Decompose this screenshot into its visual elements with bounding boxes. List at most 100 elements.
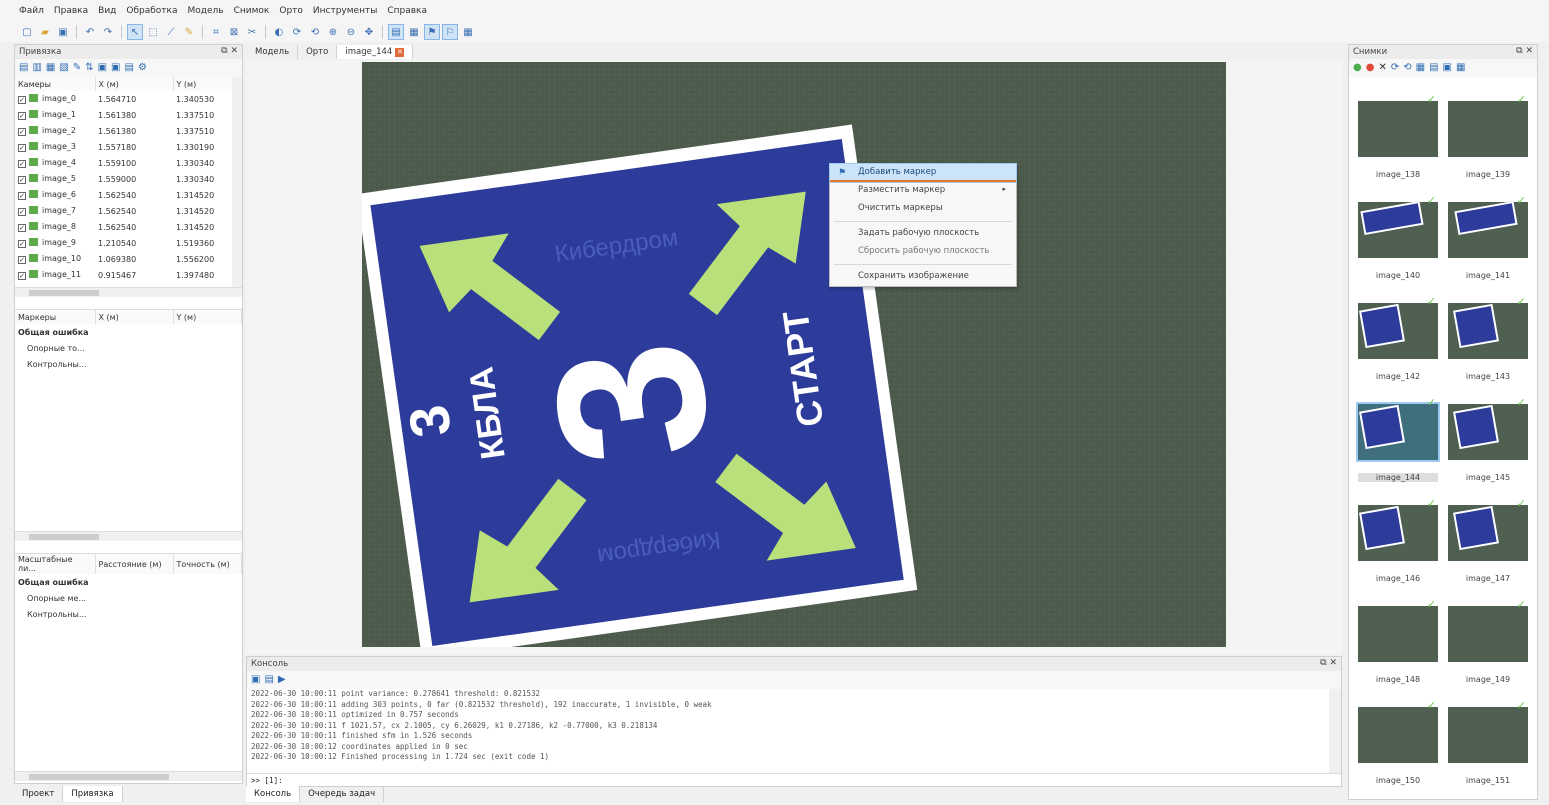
markers-hscroll[interactable] [15,531,242,541]
image-viewport[interactable]: Кибердром Кибердром 3 КБЛА 3 СТАРТ [356,62,1226,660]
camera-cell[interactable]: ✓ image_7 [15,203,95,219]
menu-help[interactable]: Справка [382,0,432,16]
menu-add-marker[interactable]: ⚑ Добавить маркер [829,163,1017,183]
menu-model[interactable]: Модель [183,0,229,16]
camera-row[interactable]: ✓ image_8 1.562540 1.314520 [15,219,242,235]
view-source-icon[interactable]: ▣ [98,62,107,74]
view-errors-icon[interactable]: ▤ [125,62,134,74]
crop-icon[interactable]: ⌗ [209,25,223,39]
col-y[interactable]: Y (м) [173,310,242,324]
col-scalebars[interactable]: Масштабные ли... [15,554,96,574]
checkbox-icon[interactable]: ✓ [18,240,26,248]
move-icon[interactable]: ✥ [362,25,376,39]
col-distance[interactable]: Расстояние (м) [95,554,174,574]
tab-jobs[interactable]: Очередь задач [300,786,385,802]
disable-camera-icon[interactable]: ● [1366,62,1375,74]
menu-set-work-plane[interactable]: Задать рабочую плоскость [830,225,1016,243]
photo-thumbnail[interactable]: ✓ image_145 [1448,396,1528,482]
checkbox-icon[interactable]: ✓ [18,272,26,280]
menu-save-image[interactable]: Сохранить изображение [830,268,1016,286]
photo-thumbnail[interactable]: ✓ image_138 [1358,93,1438,179]
tab-ortho[interactable]: Орто [298,45,338,59]
camera-cell[interactable]: ✓ image_1 [15,107,95,123]
checkbox-icon[interactable]: ✓ [18,256,26,264]
tab-image[interactable]: image_144 ✕ [337,45,414,59]
enable-camera-icon[interactable]: ● [1353,62,1362,74]
redo-icon[interactable]: ↷ [101,25,115,39]
camera-row[interactable]: ✓ image_2 1.561380 1.337510 [15,123,242,139]
console-prompt[interactable]: >> [1]: [247,773,1341,787]
photo-thumbnail[interactable]: ✓ image_142 [1358,295,1438,381]
draw-line-icon[interactable]: ⟋ [164,25,178,39]
clear-log-icon[interactable]: ▤ [264,674,273,686]
remove-camera-icon[interactable]: ✕ [1378,62,1386,74]
image-quality-icon[interactable]: ▤ [1429,62,1438,74]
grid-icon[interactable]: ▦ [461,25,475,39]
cameras-hscroll[interactable] [15,287,242,297]
delete-selection-icon[interactable]: ⊠ [227,25,241,39]
rectangle-select-icon[interactable]: ⬚ [146,25,160,39]
camera-cell[interactable]: ✓ image_5 [15,171,95,187]
menu-workflow[interactable]: Обработка [121,0,182,16]
cut-icon[interactable]: ✂ [245,25,259,39]
view-mode-icon[interactable]: ▦ [1456,62,1465,74]
tab-console[interactable]: Консоль [246,786,301,802]
view-estimated-icon[interactable]: ▣ [111,62,120,74]
camera-cell[interactable]: ✓ image_0 [15,91,95,107]
cameras-vscroll[interactable] [232,77,242,287]
zoom-out-icon[interactable]: ⊖ [344,25,358,39]
scalebars-control[interactable]: Опорные ме... [15,590,95,606]
photo-thumbnail[interactable]: ✓ image_141 [1448,194,1528,280]
camera-row[interactable]: ✓ image_6 1.562540 1.314520 [15,187,242,203]
show-markers-icon[interactable]: ⚐ [442,24,458,40]
photo-thumbnail[interactable]: ✓ image_149 [1448,598,1528,684]
camera-cell[interactable]: ✓ image_9 [15,235,95,251]
navigation-cursor-icon[interactable]: ↖ [127,24,143,40]
tab-reference[interactable]: Привязка [63,786,123,802]
settings-icon[interactable]: ⚙ [138,62,147,74]
rotate-ccw-icon[interactable]: ⟲ [308,25,322,39]
menu-reset-work-plane[interactable]: Сбросить рабочую плоскость [830,243,1016,261]
scalebars-hscroll[interactable] [15,771,242,781]
marker-mode-icon[interactable]: ⚑ [424,24,440,40]
panel-float-close-icons[interactable]: ⧉ ✕ [1320,658,1337,668]
col-x[interactable]: X (м) [95,77,174,91]
menu-clear-markers[interactable]: Очистить маркеры [830,200,1016,218]
camera-cell[interactable]: ✓ image_6 [15,187,95,203]
image-details-icon[interactable]: ▣ [1443,62,1452,74]
image-mode-icon[interactable]: ▦ [407,25,421,39]
menu-file[interactable]: Файл [14,0,49,16]
col-cameras[interactable]: Камеры [15,77,96,91]
photo-thumbnail[interactable]: ✓ image_148 [1358,598,1438,684]
menu-edit[interactable]: Правка [49,0,93,16]
undo-icon[interactable]: ↶ [83,25,97,39]
wand-icon[interactable]: ✎ [73,62,81,74]
camera-row[interactable]: ✓ image_7 1.562540 1.314520 [15,203,242,219]
camera-row[interactable]: ✓ image_4 1.559100 1.330340 [15,155,242,171]
photo-thumbnail[interactable]: ✓ image_147 [1448,497,1528,583]
checkbox-icon[interactable]: ✓ [18,160,26,168]
col-x[interactable]: X (м) [95,310,174,324]
checkbox-icon[interactable]: ✓ [18,224,26,232]
photo-thumbnail[interactable]: ✓ image_140 [1358,194,1438,280]
fit-view-icon[interactable]: ▤ [388,24,404,40]
tab-project[interactable]: Проект [14,786,64,802]
menu-view[interactable]: Вид [93,0,121,16]
camera-cell[interactable]: ✓ image_10 [15,251,95,267]
image-info-icon[interactable]: ▦ [1416,62,1425,74]
checkbox-icon[interactable]: ✓ [18,128,26,136]
photo-thumbnail[interactable]: ✓ image_146 [1358,497,1438,583]
checkbox-icon[interactable]: ✓ [18,192,26,200]
photo-thumbnail[interactable]: ✓ image_151 [1448,699,1528,785]
camera-row[interactable]: ✓ image_11 0.915467 1.397480 [15,267,242,283]
checkbox-icon[interactable]: ✓ [18,96,26,104]
rotate-right-icon[interactable]: ⟳ [1391,62,1399,74]
photo-thumbnail[interactable]: ✓ image_144 [1356,396,1440,482]
camera-row[interactable]: ✓ image_5 1.559000 1.330340 [15,171,242,187]
camera-row[interactable]: ✓ image_3 1.557180 1.330190 [15,139,242,155]
rotate-cw-icon[interactable]: ⟳ [290,25,304,39]
run-script-icon[interactable]: ▶ [278,674,286,686]
console-vscroll[interactable] [1329,689,1341,773]
open-folder-icon[interactable]: ▰ [38,25,52,39]
photo-thumbnail[interactable]: ✓ image_139 [1448,93,1528,179]
